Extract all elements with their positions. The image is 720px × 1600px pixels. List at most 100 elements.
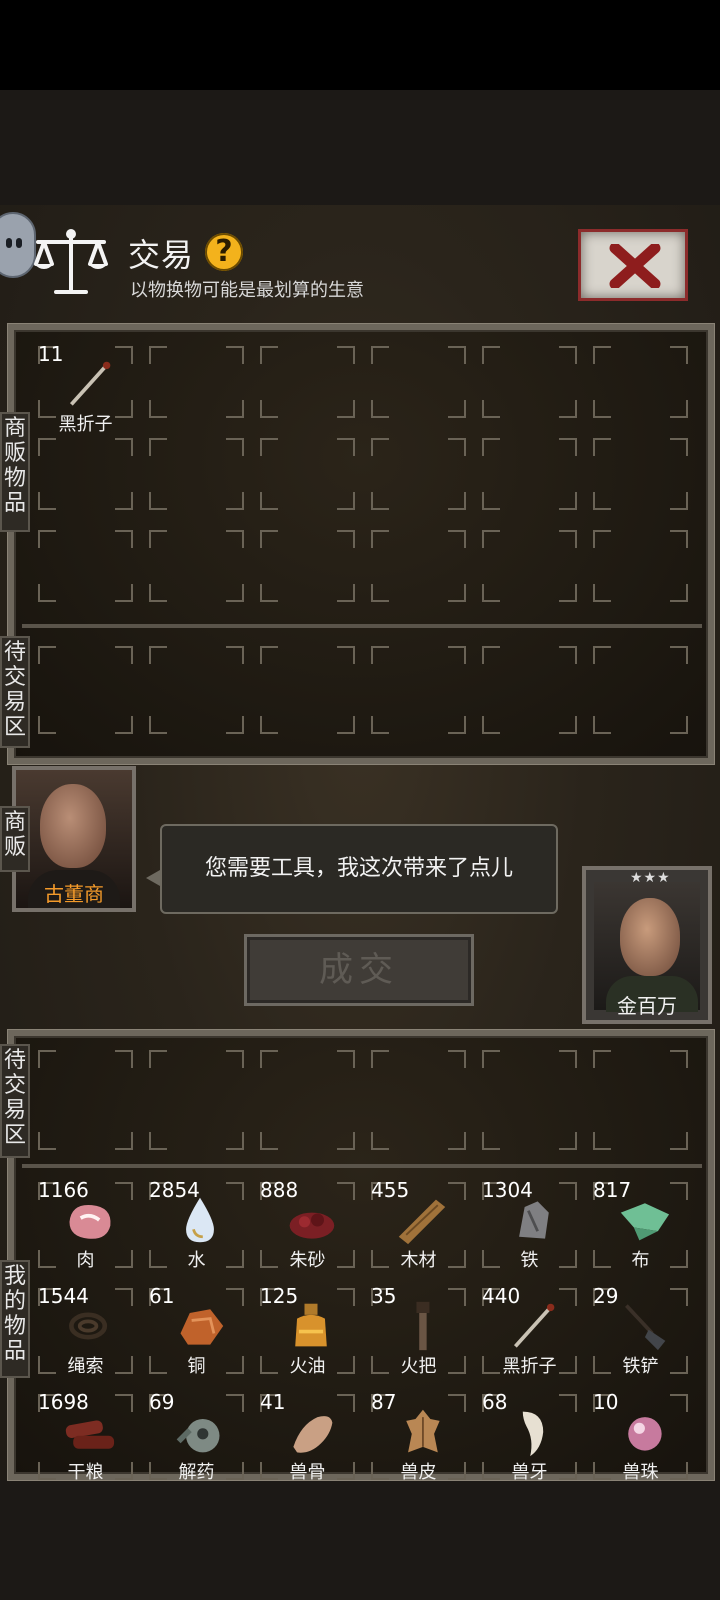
item-slot[interactable]: 1166 肉 xyxy=(30,1172,141,1278)
item-slot[interactable]: 1698 干粮 xyxy=(30,1384,141,1490)
slot-corner xyxy=(593,584,611,602)
slot-corner xyxy=(448,346,466,364)
slot-corner xyxy=(226,646,244,664)
slot-corner xyxy=(559,492,577,510)
speech-tail xyxy=(146,870,160,886)
item-slot xyxy=(474,336,585,428)
item-slot[interactable]: 35 火把 xyxy=(363,1278,474,1384)
slot-corner xyxy=(371,1132,389,1150)
deal-button[interactable]: 成交 xyxy=(244,934,474,1006)
slot-corner xyxy=(260,438,278,456)
slot-corner xyxy=(149,492,167,510)
slot-corner xyxy=(448,530,466,548)
item-slot xyxy=(585,336,696,428)
slot-corner xyxy=(115,530,133,548)
item-count: 1698 xyxy=(38,1390,89,1414)
item-slot[interactable]: 440 黑折子 xyxy=(474,1278,585,1384)
slot-corner xyxy=(38,716,56,734)
slot-corner xyxy=(371,400,389,418)
slot-corner xyxy=(670,584,688,602)
item-slot xyxy=(252,636,363,744)
item-slot[interactable]: 1544 绳索 xyxy=(30,1278,141,1384)
item-slot[interactable]: 2854 水 xyxy=(141,1172,252,1278)
item-slot xyxy=(141,520,252,612)
item-slot[interactable]: 888 朱砂 xyxy=(252,1172,363,1278)
merchant-portrait[interactable]: 古董商 xyxy=(12,766,136,912)
help-icon[interactable]: ? xyxy=(205,233,243,271)
item-slot xyxy=(585,636,696,744)
slot-corner xyxy=(670,530,688,548)
item-count: 11 xyxy=(38,342,64,366)
item-name: 木材 xyxy=(400,1250,437,1271)
slot-corner xyxy=(371,1050,389,1068)
slot-corner xyxy=(337,346,355,364)
bone-icon xyxy=(293,1416,333,1453)
slot-corner xyxy=(260,716,278,734)
merchant-goods-grid: 11 黑折子 xyxy=(30,336,696,612)
item-name: 火油 xyxy=(289,1356,326,1377)
item-slot[interactable]: 87 兽皮 xyxy=(363,1384,474,1490)
slot-corner xyxy=(149,530,167,548)
slot-corner xyxy=(226,584,244,602)
item-slot[interactable]: 10 兽珠 xyxy=(585,1384,696,1490)
slot-corner xyxy=(260,346,278,364)
divider xyxy=(22,1164,702,1168)
item-slot[interactable]: 817 布 xyxy=(585,1172,696,1278)
slot-corner xyxy=(337,646,355,664)
slot-corner xyxy=(260,1050,278,1068)
item-count: 888 xyxy=(260,1178,299,1202)
item-slot xyxy=(363,1040,474,1160)
slot-corner xyxy=(149,438,167,456)
item-slot xyxy=(585,428,696,520)
torch-icon xyxy=(416,1301,430,1351)
item-slot xyxy=(474,1040,585,1160)
item-slot[interactable]: 11 黑折子 xyxy=(30,336,141,435)
my-goods-label: 我的物品 xyxy=(0,1260,30,1378)
slot-corner xyxy=(593,492,611,510)
slot-corner xyxy=(115,1050,133,1068)
slot-corner xyxy=(337,716,355,734)
slot-corner xyxy=(226,1132,244,1150)
slot-corner xyxy=(448,492,466,510)
item-slot[interactable]: 69 解药 xyxy=(141,1384,252,1490)
slot-corner xyxy=(115,584,133,602)
close-button[interactable] xyxy=(578,229,688,301)
slot-corner xyxy=(149,716,167,734)
item-count: 125 xyxy=(260,1284,299,1308)
item-name: 铜 xyxy=(187,1356,206,1377)
scale-icon xyxy=(34,229,108,294)
slot-corner xyxy=(115,1132,133,1150)
item-name: 肉 xyxy=(76,1250,95,1271)
item-name: 布 xyxy=(631,1250,650,1271)
item-slot[interactable]: 61 铜 xyxy=(141,1278,252,1384)
slot-corner xyxy=(115,716,133,734)
my-pending-grid xyxy=(30,1040,696,1160)
player-portrait[interactable]: 金百万 xyxy=(582,866,712,1024)
slot-corner xyxy=(670,1050,688,1068)
slot-corner xyxy=(260,530,278,548)
item-slot xyxy=(252,336,363,428)
slot-corner xyxy=(115,492,133,510)
item-slot[interactable]: 68 兽牙 xyxy=(474,1384,585,1490)
item-slot[interactable]: 29 铁铲 xyxy=(585,1278,696,1384)
slot-corner xyxy=(448,438,466,456)
item-slot xyxy=(30,428,141,520)
slot-corner xyxy=(482,438,500,456)
item-slot xyxy=(30,636,141,744)
item-slot[interactable]: 125 火油 xyxy=(252,1278,363,1384)
item-slot[interactable]: 41 兽骨 xyxy=(252,1384,363,1490)
slot-corner xyxy=(337,530,355,548)
item-count: 1166 xyxy=(38,1178,89,1202)
item-name: 绳索 xyxy=(67,1356,104,1377)
slot-corner xyxy=(559,584,577,602)
item-count: 35 xyxy=(371,1284,397,1308)
item-slot xyxy=(30,520,141,612)
item-count: 10 xyxy=(593,1390,619,1414)
item-slot xyxy=(141,428,252,520)
slot-corner xyxy=(448,1050,466,1068)
item-slot[interactable]: 455 木材 xyxy=(363,1172,474,1278)
slot-corner xyxy=(448,646,466,664)
close-icon xyxy=(609,244,661,288)
fire-starter-icon xyxy=(69,361,111,406)
item-slot[interactable]: 1304 铁 xyxy=(474,1172,585,1278)
